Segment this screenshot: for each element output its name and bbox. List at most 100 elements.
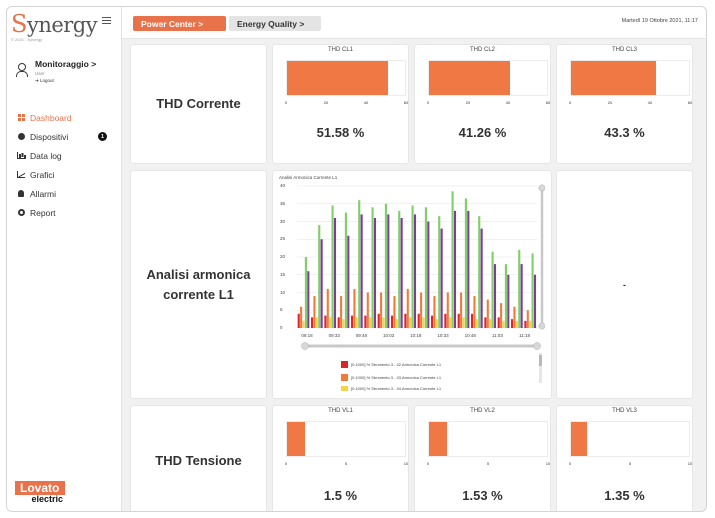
chart-bar (433, 296, 436, 328)
bell-icon (16, 189, 26, 198)
gauge-tick-label: 20 (465, 100, 471, 105)
y-tick-label: 30 (280, 218, 286, 224)
sidebar-item-allarmi[interactable]: Allarmi (16, 184, 116, 203)
chart-bar (422, 317, 425, 328)
legend-item[interactable]: [0.1000] % Strumento 3 - 04 Armonica Cor… (341, 386, 441, 391)
x-tick-label: 10:03 (383, 333, 395, 338)
breadcrumb-power-center[interactable]: Power Center > (133, 16, 226, 31)
user-name[interactable]: Monitoraggio > (35, 59, 96, 69)
chart-bar (526, 310, 529, 328)
sidebar-item-label: Report (30, 207, 56, 218)
thd-current-title-card: THD Corrente (130, 44, 267, 164)
chart-bar (467, 210, 470, 328)
chart-bar (353, 288, 356, 328)
gauge-bar-track (428, 421, 548, 457)
chart-bar (340, 296, 343, 328)
gauge-tick-label: 0 (284, 461, 288, 466)
chart-bar (431, 315, 434, 328)
gauge-value: 1.5 % (323, 488, 358, 503)
legend-item[interactable]: [0.1000] % Strumento 3 - 03 Armonica Cor… (341, 373, 441, 381)
gauge-label: THD VL2 (470, 408, 495, 414)
sidebar-nav: Dashboard Dispositivi 1 Data log Grafici… (16, 108, 116, 222)
bar-chart-icon (16, 151, 26, 160)
gauge-label: THD VL3 (612, 408, 637, 414)
sidebar-item-dispositivi[interactable]: Dispositivi 1 (16, 127, 116, 146)
x-tick-label: 09:18 (301, 333, 313, 338)
sidebar-item-data-log[interactable]: Data log (16, 146, 116, 165)
chart-bar (366, 292, 369, 328)
chart-bar (395, 319, 398, 328)
sidebar-item-label: Dispositivi (30, 131, 69, 142)
gauge-tick-label: 10 (545, 461, 551, 466)
gauge-tick-label: 40 (647, 100, 653, 105)
gauge-tick-label: 5 (628, 461, 632, 466)
sidebar-item-grafici[interactable]: Grafici (16, 165, 116, 184)
gauge-tick-label: 60 (687, 100, 693, 105)
gauge-tick-label: 0 (568, 100, 572, 105)
chart-bar (304, 257, 307, 328)
user-role: User (35, 71, 45, 76)
chart-bar (420, 292, 423, 328)
gauge-tick-label: 40 (505, 100, 511, 105)
gauge-bar-track (570, 421, 690, 457)
brand-subname: electric (31, 494, 63, 504)
chart-bar (377, 313, 380, 328)
chart-bar (491, 251, 494, 328)
chart-bar (337, 317, 340, 328)
chart-bar (409, 317, 412, 328)
chart-bar (315, 317, 318, 328)
gauge-bar-track (286, 421, 406, 457)
chart-bar (513, 306, 516, 328)
line-chart-icon (16, 170, 26, 179)
chart-bar (393, 296, 396, 328)
app-window: Synergy © 2021 - Synergy Monitoraggio > … (6, 6, 707, 512)
gauge-tick-label: 5 (344, 461, 348, 466)
chart-bar (440, 228, 443, 328)
legend-label: [0.1000] % Strumento 3 - 02 Armonica Cor… (351, 361, 442, 367)
chart-bar (329, 317, 332, 328)
chart-bar (300, 306, 303, 328)
sidebar-item-report[interactable]: Report (16, 203, 116, 222)
logout-label: Logout (40, 78, 54, 83)
chart-bar (451, 191, 454, 328)
horizontal-zoom-handle (301, 342, 309, 350)
gauge-label: THD CL2 (469, 47, 495, 53)
y-tick-label: 10 (280, 289, 286, 295)
chart-bar (400, 217, 403, 328)
breadcrumb-energy-quality[interactable]: Energy Quality > (229, 16, 321, 31)
chart-bar (342, 319, 345, 328)
chart-bar (478, 216, 481, 328)
x-tick-label: 09:48 (356, 333, 368, 338)
row-title: THD Tensione (155, 453, 242, 468)
gauge-tick-label: 0 (426, 100, 430, 105)
menu-toggle-icon[interactable] (102, 17, 111, 24)
chart-bar (489, 319, 492, 328)
sidebar-item-dashboard[interactable]: Dashboard (16, 108, 116, 127)
chart-bar (471, 313, 474, 328)
chart-bar (318, 225, 321, 328)
chart-bar (502, 320, 505, 328)
logo-subtitle: © 2021 - Synergy (11, 37, 43, 42)
gauge-thd-vl2: THD VL2 0 5 10 1.53 % (414, 405, 551, 511)
chart-bar (515, 320, 518, 328)
sidebar-item-label: Dashboard (30, 112, 72, 123)
gauge-tick-label: 0 (568, 461, 572, 466)
x-tick-label: 10:48 (465, 333, 477, 338)
logout-link[interactable]: ➜ Logout (35, 78, 54, 84)
gauge-thd-cl2: THD CL2 0 20 40 60 41.26 % (414, 44, 551, 164)
gauge-bar-fill (287, 422, 305, 456)
user-icon (15, 63, 28, 77)
chart-bar (507, 274, 510, 328)
legend-item[interactable]: [0.1000] % Strumento 3 - 02 Armonica Cor… (341, 360, 441, 368)
harmonic-title-card: Analisi armonica corrente L1 (130, 170, 267, 399)
gauge-label: THD VL1 (328, 408, 353, 414)
legend-swatch (341, 373, 348, 381)
gauge-thd-vl3: THD VL3 0 5 10 1.35 % (556, 405, 693, 511)
chart-bar (302, 320, 305, 328)
y-tick-label: 15 (280, 271, 286, 277)
chart-bar (358, 200, 361, 328)
chart-title: Analisi Armonica Corrente L1 (279, 175, 338, 180)
synergy-logo[interactable]: Synergy (11, 10, 98, 38)
brand-name: Lovato (15, 481, 65, 495)
logo-initial: S (11, 10, 27, 38)
